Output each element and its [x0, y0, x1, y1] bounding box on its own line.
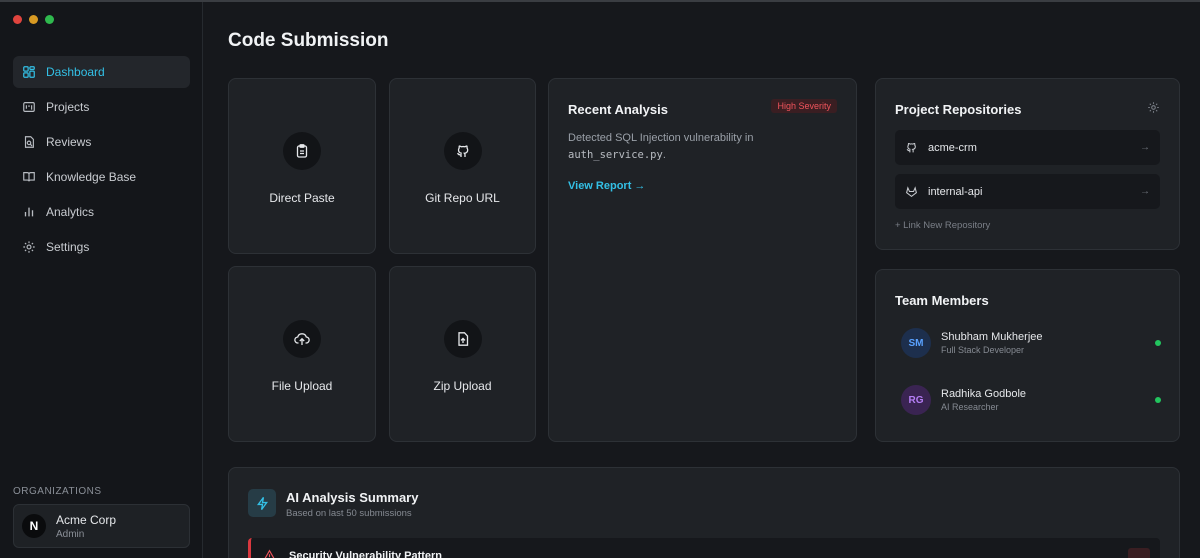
- lightning-icon: [248, 489, 276, 517]
- folder-icon: [23, 102, 35, 112]
- online-status-indicator: [1155, 397, 1161, 403]
- org-name: Acme Corp: [56, 512, 117, 527]
- team-members-title: Team Members: [895, 293, 989, 308]
- tile-label: Git Repo URL: [425, 191, 500, 205]
- cloud-upload-icon: [283, 320, 321, 358]
- sidebar-item-label: Analytics: [46, 205, 95, 219]
- book-icon: [23, 172, 35, 182]
- github-icon: [906, 142, 916, 153]
- bar-chart-icon: [24, 207, 34, 217]
- member-role: AI Researcher: [941, 402, 999, 412]
- org-logo: N: [22, 514, 46, 538]
- summary-title: AI Analysis Summary: [286, 490, 419, 505]
- analysis-file-name: auth_service.py: [568, 149, 663, 161]
- gear-icon: [23, 241, 35, 253]
- settings-gear-icon[interactable]: [1147, 101, 1160, 114]
- security-pattern-item[interactable]: Security Vulnerability Pattern: [248, 538, 1160, 558]
- zip-upload-tile[interactable]: Zip Upload: [389, 266, 536, 442]
- sidebar-item-analytics[interactable]: Analytics: [13, 196, 190, 228]
- recent-analysis-card: Recent Analysis High Severity Detected S…: [548, 78, 857, 442]
- org-role: Admin: [56, 528, 85, 540]
- arrow-right-icon: →: [1140, 186, 1150, 197]
- page-title: Code Submission: [228, 30, 389, 51]
- repo-name: acme-crm: [928, 141, 977, 154]
- repo-name: internal-api: [928, 185, 983, 198]
- sidebar-item-label: Reviews: [46, 135, 92, 149]
- gitlab-icon: [906, 186, 917, 198]
- tile-label: Zip Upload: [433, 379, 492, 393]
- pattern-title: Security Vulnerability Pattern: [289, 550, 443, 558]
- analysis-description: Detected SQL Injection vulnerability in …: [568, 130, 838, 164]
- sidebar-item-dashboard[interactable]: Dashboard: [13, 56, 190, 88]
- sidebar-nav: Dashboard Projects Reviews Knowledge Bas…: [13, 56, 190, 266]
- close-window-button[interactable]: [13, 15, 22, 24]
- sidebar-item-settings[interactable]: Settings: [13, 231, 190, 263]
- sidebar-item-reviews[interactable]: Reviews: [13, 126, 190, 158]
- tile-label: Direct Paste: [269, 191, 335, 205]
- dashboard-icon: [23, 66, 35, 78]
- link-new-repository-button[interactable]: + Link New Repository: [895, 220, 990, 231]
- summary-subtitle: Based on last 50 submissions: [286, 508, 412, 519]
- avatar: RG: [901, 385, 931, 415]
- organization-switcher[interactable]: N Acme Corp Admin: [13, 504, 190, 548]
- recent-analysis-title: Recent Analysis: [568, 102, 668, 117]
- file-upload-icon: [443, 320, 482, 358]
- project-repositories-card: Project Repositories acme-crm → internal…: [875, 78, 1180, 250]
- analysis-description-text: Detected SQL Injection vulnerability in: [568, 132, 754, 144]
- arrow-right-icon: →: [1140, 142, 1150, 153]
- ai-analysis-summary-card: AI Analysis Summary Based on last 50 sub…: [228, 467, 1180, 558]
- window-controls: [13, 15, 54, 24]
- analysis-description-suffix: .: [662, 149, 666, 161]
- sidebar: Dashboard Projects Reviews Knowledge Bas…: [0, 2, 203, 558]
- organizations-label: ORGANIZATIONS: [13, 486, 102, 497]
- warning-icon: [264, 549, 275, 558]
- avatar: SM: [901, 328, 931, 358]
- team-member[interactable]: RG Radhika Godbole AI Researcher: [901, 385, 1161, 415]
- pattern-action-badge[interactable]: [1128, 548, 1150, 558]
- git-repo-url-tile[interactable]: Git Repo URL: [389, 78, 536, 254]
- sidebar-item-label: Knowledge Base: [46, 170, 137, 184]
- sidebar-item-projects[interactable]: Projects: [13, 91, 190, 123]
- member-role: Full Stack Developer: [941, 345, 1025, 355]
- team-members-card: Team Members SM Shubham Mukherjee Full S…: [875, 269, 1180, 442]
- online-status-indicator: [1155, 340, 1161, 346]
- sidebar-item-label: Projects: [46, 100, 90, 114]
- sidebar-item-knowledge-base[interactable]: Knowledge Base: [13, 161, 190, 193]
- minimize-window-button[interactable]: [29, 15, 38, 24]
- view-report-link[interactable]: View Report →: [568, 180, 645, 192]
- maximize-window-button[interactable]: [45, 15, 54, 24]
- repo-item-internal-api[interactable]: internal-api →: [895, 174, 1160, 209]
- severity-badge: High Severity: [771, 99, 837, 113]
- repo-item-acme-crm[interactable]: acme-crm →: [895, 130, 1160, 165]
- file-upload-tile[interactable]: File Upload: [228, 266, 376, 442]
- review-icon: [24, 136, 34, 148]
- tile-label: File Upload: [271, 379, 333, 393]
- member-name: Shubham Mukherjee: [941, 331, 1043, 343]
- github-icon: [443, 132, 482, 170]
- repositories-title: Project Repositories: [895, 102, 1022, 117]
- direct-paste-tile[interactable]: Direct Paste: [228, 78, 376, 254]
- sidebar-item-label: Settings: [46, 240, 90, 254]
- team-member[interactable]: SM Shubham Mukherjee Full Stack Develope…: [901, 328, 1161, 358]
- sidebar-item-label: Dashboard: [46, 65, 105, 79]
- member-name: Radhika Godbole: [941, 388, 1027, 400]
- clipboard-icon: [283, 132, 321, 170]
